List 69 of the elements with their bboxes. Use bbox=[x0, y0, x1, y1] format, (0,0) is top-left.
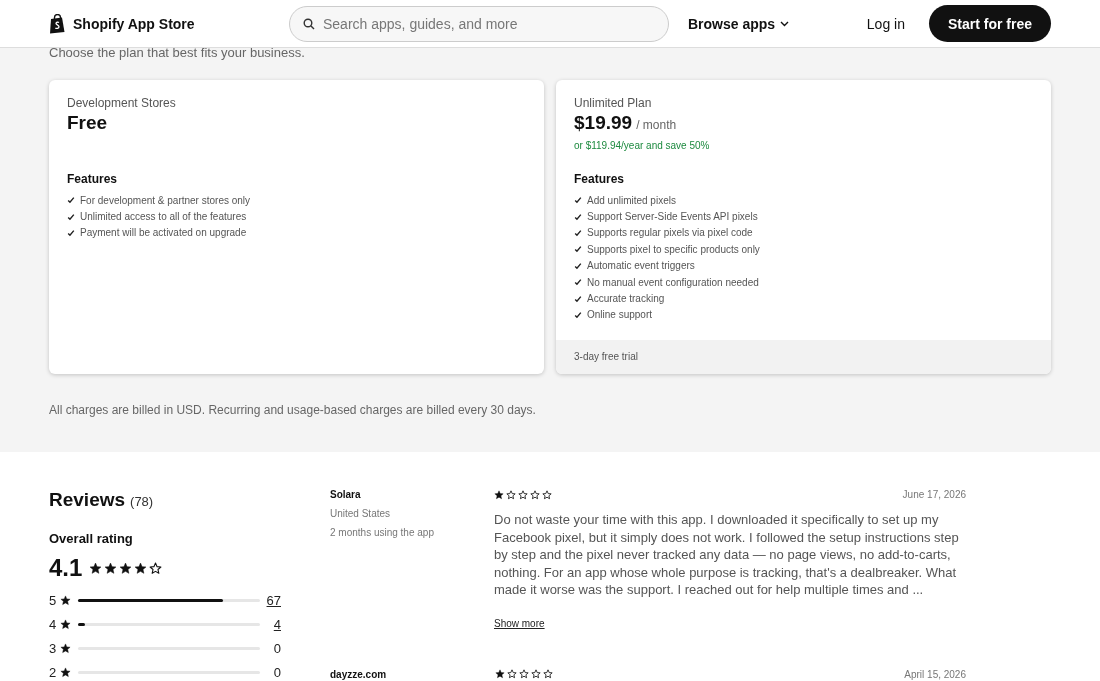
filled-star-icon bbox=[89, 561, 103, 575]
feature-item: For development & partner stores only bbox=[80, 194, 251, 206]
filled-star-icon bbox=[60, 618, 71, 630]
rating-level: 5 bbox=[49, 592, 57, 608]
empty-star-icon bbox=[519, 669, 529, 680]
rating-count: 0 bbox=[272, 640, 281, 656]
filled-star-icon bbox=[60, 642, 71, 654]
plan-name: Unlimited Plan bbox=[574, 96, 653, 110]
plans-intro-text: Choose the plan that best fits your business. bbox=[49, 46, 305, 59]
overall-rating-label: Overall rating bbox=[49, 531, 134, 546]
chevron-down-icon bbox=[780, 20, 790, 27]
plan-footer: 3-day free trial bbox=[556, 340, 1051, 374]
rating-level: 2 bbox=[49, 664, 57, 680]
empty-star-icon bbox=[518, 489, 528, 500]
reviews-heading: Reviews bbox=[49, 489, 126, 511]
rating-score: 4.1 bbox=[49, 554, 83, 582]
review-date: April 15, 2026 bbox=[904, 668, 966, 680]
shopping-bag-logo-icon bbox=[49, 13, 66, 34]
annual-price-note: or $119.94/year and save 50% bbox=[574, 140, 711, 153]
feature-item: Support Server-Side Events API pixels bbox=[587, 211, 758, 223]
empty-star-icon bbox=[149, 561, 163, 575]
empty-star-icon bbox=[531, 669, 541, 680]
review-text: Do not waste your time with this app. I downloaded it specifically to set up my Facebook pixel, but it simply does not work. I followed the setup instructions step by step and the pixel never tracked any data — no page views, no add-to-carts, nothing. For an app whose whole purpose is tracking, that's a dealbreaker. What made it worse was the support. I reached out for help multiple times and ... bbox=[494, 511, 960, 599]
billing-note: All charges are billed in USD. Recurring and usage-based charges are billed every 30 days. bbox=[49, 403, 537, 417]
reviewer-name: Solara bbox=[330, 489, 362, 500]
plan-price: Free bbox=[67, 112, 108, 134]
filled-star-icon bbox=[60, 666, 71, 678]
search-icon bbox=[303, 17, 315, 30]
empty-star-icon bbox=[530, 489, 540, 500]
show-more-link[interactable]: Show more bbox=[494, 617, 545, 629]
review-count: (78) bbox=[130, 494, 154, 509]
rating-level: 4 bbox=[49, 616, 57, 632]
reviewer-name: dayzze.com bbox=[330, 668, 388, 680]
rating-count-link[interactable]: 67 bbox=[266, 592, 281, 608]
feature-item: Supports pixel to specific products only bbox=[587, 243, 760, 255]
filled-star-icon bbox=[494, 489, 504, 500]
empty-star-icon bbox=[542, 489, 552, 500]
empty-star-icon bbox=[507, 669, 517, 680]
feature-item: Automatic event triggers bbox=[587, 260, 695, 272]
reviewer-location: United States bbox=[330, 508, 392, 519]
start-for-free-button[interactable]: Start for free bbox=[928, 5, 1051, 42]
rating-count-link[interactable]: 4 bbox=[267, 616, 281, 632]
rating-level: 3 bbox=[49, 640, 57, 656]
feature-item: Unlimited access to all of the features bbox=[80, 211, 247, 223]
plan-price: $19.99 bbox=[574, 112, 633, 134]
billing-period: / month bbox=[636, 118, 677, 132]
feature-item: Add unlimited pixels bbox=[587, 194, 676, 206]
filled-star-icon bbox=[60, 594, 71, 606]
browse-apps-menu[interactable]: Browse apps bbox=[688, 15, 790, 32]
log-in-link[interactable]: Log in bbox=[860, 14, 911, 33]
review-date: June 17, 2026 bbox=[902, 489, 966, 500]
rating-count: 0 bbox=[272, 664, 281, 680]
feature-item: Payment will be activated on upgrade bbox=[80, 227, 247, 239]
feature-item: Supports regular pixels via pixel code bbox=[587, 227, 753, 239]
plan-name: Development Stores bbox=[67, 96, 177, 110]
empty-star-icon bbox=[543, 669, 553, 680]
filled-star-icon bbox=[495, 669, 505, 680]
filled-star-icon bbox=[134, 561, 148, 575]
usage-duration: 2 months using the app bbox=[330, 527, 435, 538]
features-heading: Features bbox=[67, 172, 119, 186]
feature-item: Online support bbox=[587, 309, 653, 321]
filled-star-icon bbox=[104, 561, 118, 575]
store-name[interactable]: Shopify App Store bbox=[73, 15, 195, 32]
feature-item: Accurate tracking bbox=[587, 293, 665, 305]
search-field[interactable]: Search apps, guides, and more bbox=[289, 5, 669, 42]
empty-star-icon bbox=[506, 489, 516, 500]
features-heading: Features bbox=[574, 172, 626, 186]
filled-star-icon bbox=[119, 561, 133, 575]
feature-item: No manual event configuration needed bbox=[587, 276, 759, 288]
